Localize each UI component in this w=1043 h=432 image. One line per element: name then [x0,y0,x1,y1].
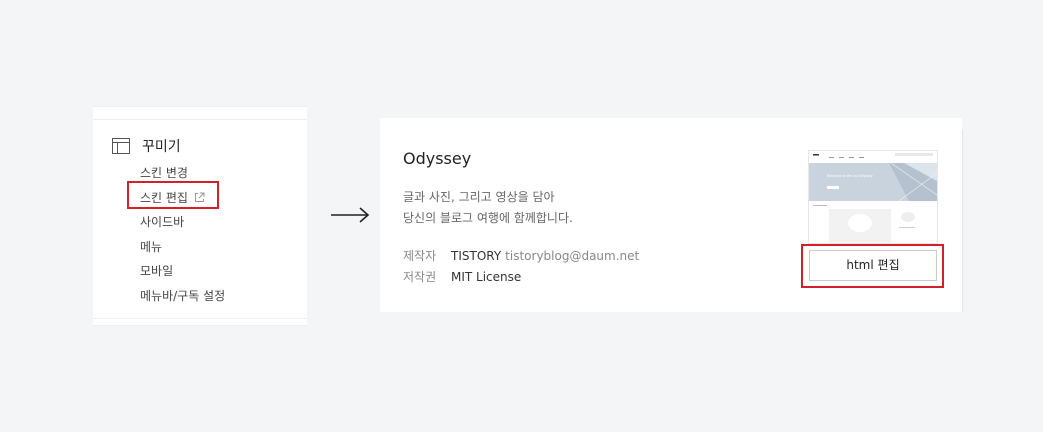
license-label: 저작권 [403,270,437,284]
skin-name: Odyssey [403,149,472,168]
sidebar-item-label: 스킨 변경 [140,166,188,180]
right-arrow-icon [331,207,370,223]
skin-thumbnail-image: Welcome to the 1st Odyssey [809,151,937,243]
skin-meta: 제작자 TISTORY tistoryblog@daum.net 저작권 MIT Li… [403,246,639,288]
license-value: MIT License [451,270,522,284]
thumbnail-hero-text: Welcome to the 1st Odyssey [827,174,873,178]
author-email: tistoryblog@daum.net [505,249,640,263]
menu-header-title: 꾸미기 [142,139,181,155]
divider [93,119,307,120]
highlight-box-html-edit [801,244,944,288]
layout-icon [112,138,130,154]
sidebar-item-label: 메뉴 [140,239,163,254]
skin-description-line: 글과 사진, 그리고 영상을 담아 [403,190,555,204]
author-row: 제작자 TISTORY tistoryblog@daum.net [403,246,639,267]
sidebar-item-menu[interactable]: 메뉴 [140,237,225,262]
sidebar-item-label: 사이드바 [140,215,185,229]
author-label: 제작자 [403,249,437,263]
sidebar-item-sidebar[interactable]: 사이드바 [140,212,225,237]
highlight-box-skin-edit [127,181,219,209]
skin-description: 글과 사진, 그리고 영상을 담아 당신의 블로그 여행에 함께합니다. [403,187,573,229]
sidebar-panel: 꾸미기 스킨 변경 스킨 편집 사이드바 메뉴 모바일 메뉴바/구독 설정 [93,106,307,326]
card-edge [962,130,963,312]
skin-description-line: 당신의 블로그 여행에 함께합니다. [403,211,573,225]
sidebar-item-mobile[interactable]: 모바일 [140,261,225,286]
sidebar-item-label: 메뉴바/구독 설정 [140,288,226,303]
skin-thumbnail: Welcome to the 1st Odyssey [808,150,938,244]
license-row: 저작권 MIT License [403,267,639,288]
sidebar-item-menubar-subscribe[interactable]: 메뉴바/구독 설정 [140,286,225,311]
divider [93,318,307,319]
menu-header-decorate[interactable]: 꾸미기 [112,136,181,156]
sidebar-item-label: 모바일 [140,264,174,278]
author-name: TISTORY [451,249,502,263]
